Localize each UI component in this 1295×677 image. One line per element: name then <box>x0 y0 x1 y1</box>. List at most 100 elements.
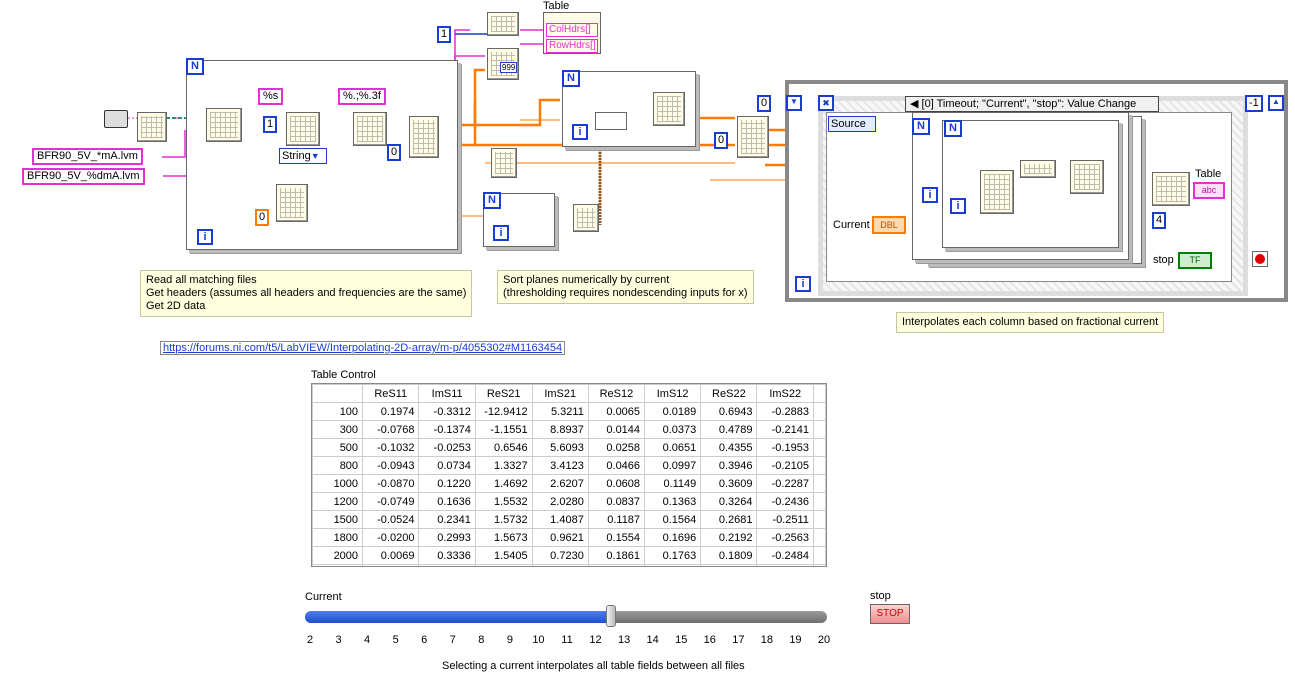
table-cell[interactable]: -0.0253 <box>418 438 476 457</box>
table-cell[interactable]: 1.4087 <box>531 510 589 529</box>
table-cell[interactable]: 0.2341 <box>418 510 476 529</box>
table-cell[interactable]: 0.1149 <box>644 474 702 493</box>
table-cell[interactable]: 0.1974 <box>362 402 420 421</box>
table-cell[interactable]: -0.0768 <box>362 420 420 439</box>
table-cell[interactable]: 0.1809 <box>700 546 758 565</box>
const-one-top[interactable]: 1 <box>437 26 452 43</box>
table-cell[interactable]: 0.3946 <box>700 456 758 475</box>
table-cell[interactable]: 0.0837 <box>587 492 646 511</box>
table-row[interactable]: 2000 0.0069 0.3336 1.5405 0.7230 0.1861 0.1763… <box>312 546 826 565</box>
table-cell[interactable]: 0.0651 <box>644 438 702 457</box>
table-cell[interactable]: -1.1551 <box>474 420 533 439</box>
table-row[interactable]: 1800 -0.0200 0.2993 1.5673 0.9621 0.1554 0.169… <box>312 528 826 547</box>
table-cell[interactable]: 0.2993 <box>418 528 476 547</box>
table-cell[interactable]: -0.2563 <box>756 528 814 547</box>
table-empty-cell[interactable] <box>474 564 533 566</box>
index-constant-0[interactable]: 0 <box>387 144 402 161</box>
table-row-empty[interactable] <box>312 564 826 566</box>
table-cell[interactable]: -0.3312 <box>418 402 476 421</box>
table-cell[interactable]: 1.5532 <box>474 492 533 511</box>
table-cell[interactable]: -0.1374 <box>418 420 476 439</box>
table-cell[interactable]: -0.1953 <box>756 438 814 457</box>
table-row[interactable]: 1200 -0.0749 0.1636 1.5532 2.0280 0.0837 0.136… <box>312 492 826 511</box>
table-cell[interactable]: 0.6943 <box>700 402 758 421</box>
forum-link[interactable]: https://forums.ni.com/t5/LabVIEW/Interpo… <box>160 341 566 355</box>
table-cell[interactable]: 1.5405 <box>474 546 533 565</box>
table-cell[interactable]: 5.6093 <box>531 438 589 457</box>
table-cell[interactable]: 1.4692 <box>474 474 533 493</box>
precision-constant-4[interactable]: 4 <box>1152 212 1167 229</box>
table-cell[interactable]: 0.1187 <box>587 510 646 529</box>
table-cell[interactable]: 2.6207 <box>531 474 589 493</box>
file-pattern-2[interactable]: BFR90_5V_%dmA.lvm <box>22 168 145 185</box>
table-cell[interactable]: 0.7230 <box>531 546 589 565</box>
index-constant-0b[interactable]: 0 <box>714 132 729 149</box>
table-empty-cell[interactable] <box>587 564 646 566</box>
table-cell[interactable]: -0.2287 <box>756 474 814 493</box>
table-row[interactable]: 1000 -0.0870 0.1220 1.4692 2.6207 0.0608 0.114… <box>312 474 826 493</box>
dbl-constant-0[interactable]: 0 <box>255 209 270 226</box>
shift-init-minus-one[interactable]: -1 <box>1245 95 1263 112</box>
format-string-delim[interactable]: %.;%.3f <box>338 88 386 105</box>
table-cell[interactable]: 0.1564 <box>644 510 702 529</box>
table-cell[interactable]: 0.0065 <box>587 402 646 421</box>
table-cell[interactable]: -0.0200 <box>362 528 420 547</box>
index-constant-1[interactable]: 1 <box>263 116 278 133</box>
string-type-selector[interactable]: String▼ <box>279 148 327 164</box>
table-cell[interactable]: 0.6546 <box>474 438 533 457</box>
table-cell[interactable]: 5.3211 <box>531 402 589 421</box>
table-cell[interactable]: 8.8937 <box>531 420 589 439</box>
table-cell[interactable]: 3.4123 <box>531 456 589 475</box>
table-empty-cell[interactable] <box>312 564 364 566</box>
timeout-constant[interactable]: 0 <box>757 95 772 112</box>
table-cell[interactable]: 0.0144 <box>587 420 646 439</box>
table-cell[interactable]: 0.1636 <box>418 492 476 511</box>
table-cell[interactable]: 0.0734 <box>418 456 476 475</box>
table-control[interactable]: ReS11 ImS11 ReS21 ImS21 ReS12 ImS12 ReS22 ImS22… <box>311 383 827 567</box>
table-cell[interactable]: 0.0373 <box>644 420 702 439</box>
table-row[interactable]: 100 0.1974 -0.3312 -12.9412 5.3211 0.0065 0.01… <box>312 402 826 421</box>
table-cell[interactable]: 0.4789 <box>700 420 758 439</box>
table-empty-cell[interactable] <box>756 564 814 566</box>
table-row[interactable]: 300 -0.0768 -0.1374 -1.1551 8.8937 0.0144 0.03… <box>312 420 826 439</box>
table-cell[interactable]: 0.3264 <box>700 492 758 511</box>
table-empty-cell[interactable] <box>418 564 476 566</box>
table-cell[interactable]: 0.2681 <box>700 510 758 529</box>
table-cell[interactable]: -0.2484 <box>756 546 814 565</box>
table-cell[interactable]: -0.0749 <box>362 492 420 511</box>
table-cell[interactable]: -0.0943 <box>362 456 420 475</box>
table-cell[interactable]: 0.1220 <box>418 474 476 493</box>
table-cell[interactable]: 0.3609 <box>700 474 758 493</box>
current-slider-thumb[interactable] <box>605 605 616 627</box>
table-cell[interactable]: 0.1696 <box>644 528 702 547</box>
table-cell[interactable]: 0.3336 <box>418 546 476 565</box>
table-cell[interactable]: 0.0997 <box>644 456 702 475</box>
table-cell[interactable]: 0.1763 <box>644 546 702 565</box>
table-cell[interactable]: 0.0258 <box>587 438 646 457</box>
table-empty-cell[interactable] <box>700 564 758 566</box>
table-cell[interactable]: 0.9621 <box>531 528 589 547</box>
table-empty-cell[interactable] <box>644 564 702 566</box>
table-cell[interactable]: -0.2883 <box>756 402 814 421</box>
table-cell[interactable]: 1.5732 <box>474 510 533 529</box>
table-row[interactable]: 800 -0.0943 0.0734 1.3327 3.4123 0.0466 0.0997… <box>312 456 826 475</box>
table-cell[interactable]: 0.0189 <box>644 402 702 421</box>
table-cell[interactable]: 0.1554 <box>587 528 646 547</box>
table-cell[interactable]: -0.2511 <box>756 510 814 529</box>
stop-button[interactable]: STOP <box>870 604 910 624</box>
table-cell[interactable]: -0.2141 <box>756 420 814 439</box>
table-cell[interactable]: 1.5673 <box>474 528 533 547</box>
table-cell[interactable]: 0.0608 <box>587 474 646 493</box>
file-pattern-1[interactable]: BFR90_5V_*mA.lvm <box>32 148 143 165</box>
table-row[interactable]: 500 -0.1032 -0.0253 0.6546 5.6093 0.0258 0.065… <box>312 438 826 457</box>
table-cell[interactable]: 0.1363 <box>644 492 702 511</box>
table-empty-cell[interactable] <box>531 564 589 566</box>
table-empty-cell[interactable] <box>362 564 420 566</box>
table-cell[interactable]: -0.0870 <box>362 474 420 493</box>
table-cell[interactable]: -0.0524 <box>362 510 420 529</box>
table-row[interactable]: 1500 -0.0524 0.2341 1.5732 1.4087 0.1187 0.156… <box>312 510 826 529</box>
table-cell[interactable]: 0.0069 <box>362 546 420 565</box>
table-cell[interactable]: 0.2192 <box>700 528 758 547</box>
table-cell[interactable]: 0.4355 <box>700 438 758 457</box>
table-cell[interactable]: 2.0280 <box>531 492 589 511</box>
